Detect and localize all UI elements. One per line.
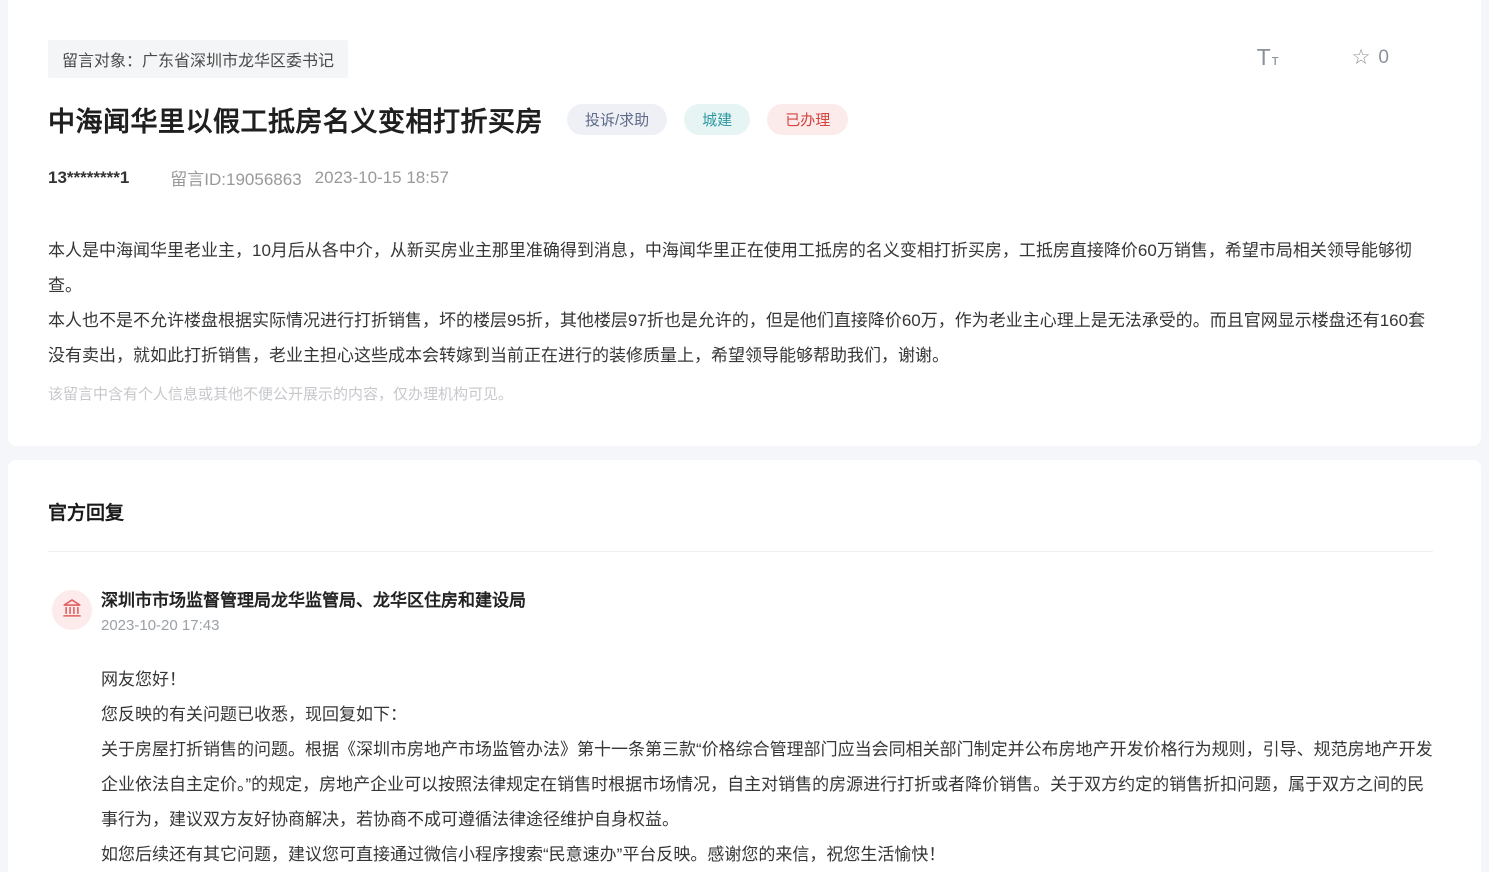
message-body: 本人是中海闻华里老业主，10月后从各中介，从新买房业主那里准确得到消息，中海闻华… bbox=[48, 233, 1433, 373]
agency-info: 深圳市市场监督管理局龙华监管局、龙华区住房和建设局 2023-10-20 17:… bbox=[101, 590, 526, 634]
message-timestamp: 2023-10-15 18:57 bbox=[315, 168, 449, 188]
font-size-small-glyph: т bbox=[1272, 52, 1280, 69]
card-gap bbox=[0, 446, 1489, 460]
reply-section-title: 官方回复 bbox=[48, 498, 1433, 525]
paragraph: 本人是中海闻华里老业主，10月后从各中介，从新买房业主那里准确得到消息，中海闻华… bbox=[48, 233, 1433, 303]
message-meta-row: 13********1 留言ID:19056863 2023-10-15 18:… bbox=[48, 165, 1433, 190]
reply-agency-row: 深圳市市场监督管理局龙华监管局、龙华区住房和建设局 2023-10-20 17:… bbox=[52, 590, 1433, 634]
reply-body: 网友您好！您反映的有关问题已收悉，现回复如下：关于房屋打折销售的问题。根据《深圳… bbox=[101, 662, 1433, 872]
message-card: 留言对象：广东省深圳市龙华区委书记 Tт ☆ 0 中海闻华里以假工抵房名义变相打… bbox=[8, 0, 1481, 446]
tag-message-status: 已办理 bbox=[767, 104, 848, 135]
message-card-top: 留言对象：广东省深圳市龙华区委书记 Tт ☆ 0 bbox=[40, 40, 1433, 78]
tag-message-field[interactable]: 城建 bbox=[684, 104, 750, 135]
star-icon: ☆ bbox=[1352, 47, 1371, 68]
government-building-icon bbox=[61, 597, 83, 624]
paragraph: 本人也不是不允许楼盘根据实际情况进行打折销售，坏的楼层95折，其他楼层97折也是… bbox=[48, 303, 1433, 373]
message-title-row: 中海闻华里以假工抵房名义变相打折买房 投诉/求助 城建 已办理 bbox=[48, 100, 1433, 139]
message-title: 中海闻华里以假工抵房名义变相打折买房 bbox=[48, 100, 543, 139]
agency-avatar bbox=[52, 590, 92, 630]
privacy-note: 该留言中含有个人信息或其他不便公开展示的内容，仅办理机构可见。 bbox=[48, 383, 1433, 404]
message-target-label: 留言对象：广东省深圳市龙华区委书记 bbox=[48, 40, 348, 78]
author-masked-phone: 13********1 bbox=[48, 168, 129, 188]
paragraph: 如您后续还有其它问题，建议您可直接通过微信小程序搜索“民意速办”平台反映。感谢您… bbox=[101, 837, 1433, 872]
font-size-big-glyph: T bbox=[1257, 44, 1272, 70]
message-toolbar: Tт ☆ 0 bbox=[1257, 46, 1433, 69]
paragraph: 网友您好！ bbox=[101, 662, 1433, 697]
paragraph: 关于房屋打折销售的问题。根据《深圳市房地产市场监管办法》第十一条第三款“价格综合… bbox=[101, 732, 1433, 837]
favorite-count: 0 bbox=[1378, 47, 1389, 69]
reply-timestamp: 2023-10-20 17:43 bbox=[101, 617, 526, 634]
agency-name: 深圳市市场监督管理局龙华监管局、龙华区住房和建设局 bbox=[101, 590, 526, 612]
paragraph: 您反映的有关问题已收悉，现回复如下： bbox=[101, 697, 1433, 732]
favorite-button[interactable]: ☆ 0 bbox=[1352, 47, 1389, 69]
reply-divider bbox=[48, 551, 1433, 552]
official-reply-card: 官方回复 深圳市市场监督管理局龙华监管局、龙华区住房和建设局 2023-10-2… bbox=[8, 460, 1481, 872]
message-id: 留言ID:19056863 bbox=[170, 165, 301, 190]
tag-message-type[interactable]: 投诉/求助 bbox=[567, 104, 667, 135]
font-size-toggle-icon[interactable]: Tт bbox=[1257, 46, 1280, 69]
